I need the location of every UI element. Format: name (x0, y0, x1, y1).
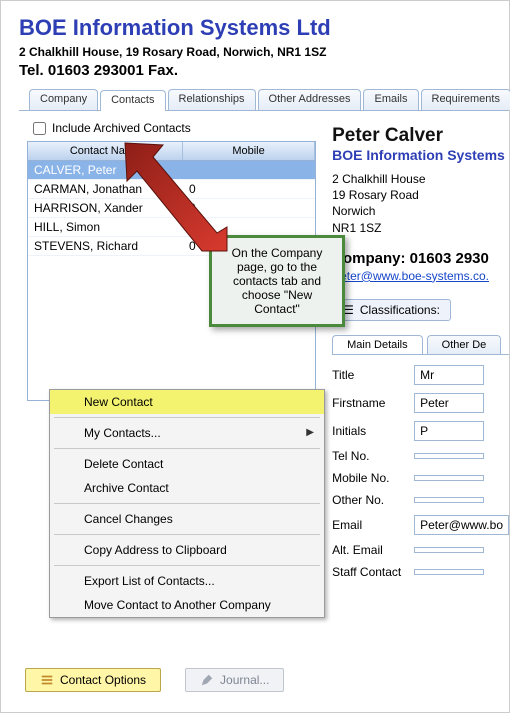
button-label: Journal... (220, 673, 269, 687)
classifications-label: Classifications: (360, 303, 440, 317)
table-row[interactable]: CARMAN, Jonathan 0 (28, 180, 315, 199)
detail-email[interactable]: Peter@www.boe-systems.co. (332, 269, 509, 283)
main-tabs: Company Contacts Relationships Other Add… (19, 89, 509, 111)
contact-mobile: 0 (183, 218, 315, 236)
label-mobileno: Mobile No. (332, 471, 414, 485)
label-email: Email (332, 518, 414, 532)
input-firstname[interactable]: Peter (414, 393, 484, 413)
contact-mobile (183, 161, 315, 179)
subtab-other-details[interactable]: Other De (427, 335, 502, 354)
input-title[interactable]: Mr (414, 365, 484, 385)
table-row[interactable]: HARRISON, Xander 0 (28, 199, 315, 218)
tab-other-addresses[interactable]: Other Addresses (258, 89, 362, 110)
menu-separator (54, 417, 320, 418)
menu-copy-address[interactable]: Copy Address to Clipboard (50, 538, 324, 562)
label-staff: Staff Contact (332, 565, 414, 579)
contact-mobile: 0 (183, 180, 315, 198)
input-telno[interactable] (414, 453, 484, 459)
input-initials[interactable]: P (414, 421, 484, 441)
menu-label: My Contacts... (84, 426, 161, 440)
input-email[interactable]: Peter@www.bo (414, 515, 509, 535)
pencil-icon (200, 673, 214, 687)
include-archived-checkbox[interactable]: Include Archived Contacts (27, 119, 316, 141)
label-telno: Tel No. (332, 449, 414, 463)
company-tel: Tel. 01603 293001 Fax. (19, 62, 509, 79)
menu-separator (54, 534, 320, 535)
label-title: Title (332, 368, 414, 382)
col-header-mobile[interactable]: Mobile (183, 142, 315, 160)
menu-export-list[interactable]: Export List of Contacts... (50, 569, 324, 593)
menu-separator (54, 503, 320, 504)
label-otherno: Other No. (332, 493, 414, 507)
include-archived-input[interactable] (33, 122, 46, 135)
detail-tel: Company: 01603 2930 (332, 250, 509, 267)
detail-address: 2 Chalkhill House 19 Rosary Road Norwich… (332, 171, 509, 236)
journal-button[interactable]: Journal... (185, 668, 284, 692)
tab-relationships[interactable]: Relationships (168, 89, 256, 110)
tab-emails[interactable]: Emails (363, 89, 418, 110)
input-altemail[interactable] (414, 547, 484, 553)
classifications-button[interactable]: ☰ Classifications: (332, 299, 451, 321)
button-label: Contact Options (60, 673, 146, 687)
input-mobileno[interactable] (414, 475, 484, 481)
label-initials: Initials (332, 424, 414, 438)
menu-archive-contact[interactable]: Archive Contact (50, 476, 324, 500)
tab-requirements[interactable]: Requirements (421, 89, 510, 110)
input-staff[interactable] (414, 569, 484, 575)
menu-new-contact[interactable]: New Contact (50, 390, 324, 414)
company-address: 2 Chalkhill House, 19 Rosary Road, Norwi… (19, 45, 509, 59)
contact-mobile: 0 (183, 199, 315, 217)
annotation-callout: On the Company page, go to the contacts … (209, 235, 345, 327)
tab-contacts[interactable]: Contacts (100, 90, 165, 111)
input-otherno[interactable] (414, 497, 484, 503)
include-archived-label: Include Archived Contacts (52, 121, 191, 135)
col-header-name[interactable]: Contact Name (28, 142, 183, 160)
company-name: BOE Information Systems Ltd (19, 15, 509, 41)
detail-company-name: BOE Information Systems (332, 147, 509, 163)
detail-contact-name: Peter Calver (332, 125, 509, 147)
contact-name: CARMAN, Jonathan (28, 180, 183, 198)
table-row[interactable]: CALVER, Peter (28, 161, 315, 180)
menu-cancel-changes[interactable]: Cancel Changes (50, 507, 324, 531)
contact-name: STEVENS, Richard (28, 237, 183, 255)
options-icon (40, 673, 54, 687)
subtab-main-details[interactable]: Main Details (332, 335, 423, 354)
detail-subtabs: Main Details Other De (332, 335, 509, 355)
menu-my-contacts[interactable]: My Contacts... ▶ (50, 421, 324, 445)
contact-name: CALVER, Peter (28, 161, 183, 179)
menu-separator (54, 565, 320, 566)
tab-company[interactable]: Company (29, 89, 98, 110)
menu-move-contact[interactable]: Move Contact to Another Company (50, 593, 324, 617)
submenu-arrow-icon: ▶ (306, 427, 314, 438)
contact-name: HILL, Simon (28, 218, 183, 236)
context-menu: New Contact My Contacts... ▶ Delete Cont… (49, 389, 325, 618)
label-firstname: Firstname (332, 396, 414, 410)
label-altemail: Alt. Email (332, 543, 414, 557)
menu-delete-contact[interactable]: Delete Contact (50, 452, 324, 476)
contact-name: HARRISON, Xander (28, 199, 183, 217)
menu-separator (54, 448, 320, 449)
contact-options-button[interactable]: Contact Options (25, 668, 161, 692)
